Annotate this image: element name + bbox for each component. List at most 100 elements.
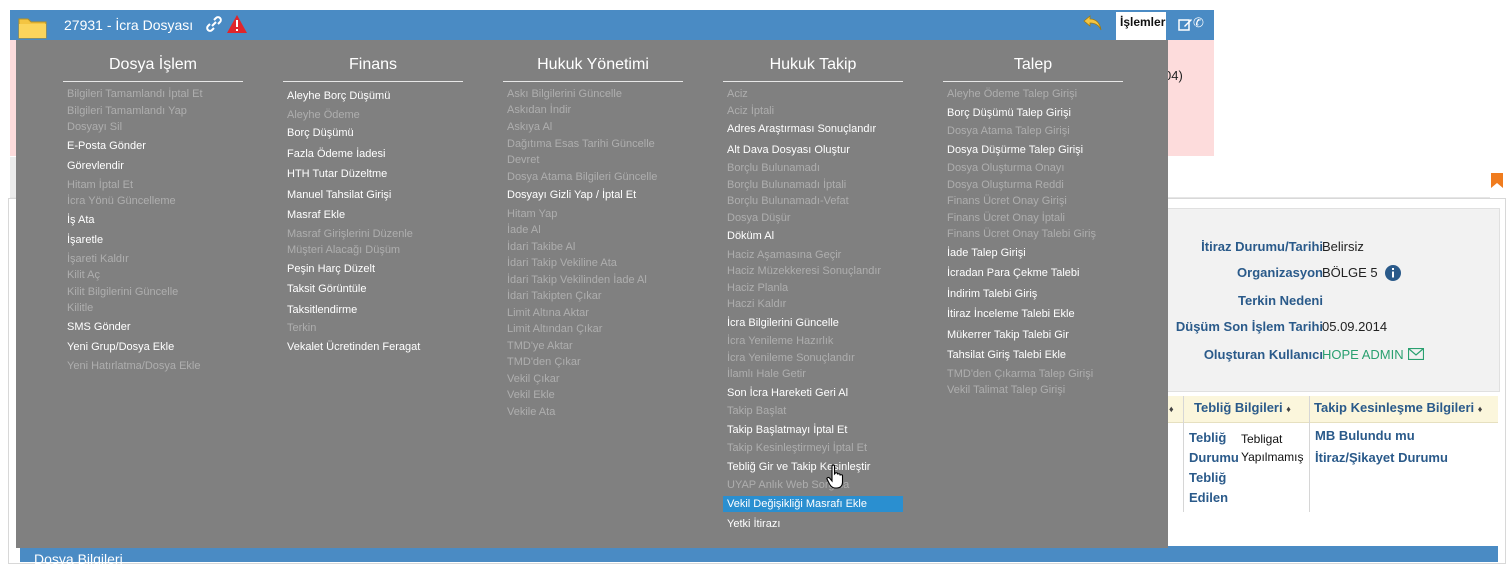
- section-header-title: Dosya Bilgileri: [34, 551, 123, 567]
- menu-item[interactable]: Son İcra Hareketi Geri Al: [727, 387, 848, 399]
- menu-item[interactable]: SMS Gönder: [67, 321, 131, 333]
- menu-column: Hukuk Yönetimi Askı Bilgilerini Güncelle A…: [503, 40, 683, 540]
- menu-column-divider: [943, 81, 1123, 82]
- file-title: 27931 - İcra Dosyası: [64, 17, 194, 33]
- menu-item[interactable]: Adres Araştırması Sonuçlandır: [727, 123, 876, 135]
- menu-item: Aciz İptali: [727, 105, 775, 117]
- menu-item: Aciz: [727, 88, 748, 100]
- menu-column-title: Hukuk Takip: [769, 56, 857, 73]
- menu-item[interactable]: Döküm Al: [727, 230, 774, 242]
- menu-column: Finans Aleyhe Borç Düşümü Aleyhe Ödeme Borç…: [283, 40, 463, 540]
- menu-column: Dosya İşlem Bilgileri Tamamlandı İptal Et…: [63, 40, 243, 540]
- menu-item: Haciz Planla: [727, 282, 789, 294]
- menu-column-divider: [283, 81, 463, 82]
- bookmark-icon[interactable]: [1490, 172, 1504, 192]
- menu-item[interactable]: Tebliğ Gir ve Takip Kesinleştir: [727, 461, 870, 473]
- menu-item: Takip Başlat: [727, 405, 787, 417]
- menu-item: Borçlu Bulunamadı-Vefat: [727, 195, 849, 207]
- phone-icon[interactable]: ✆: [1193, 15, 1204, 31]
- menu-column: Talep Aleyhe Ödeme Talep Girişi Borç Düşüm…: [943, 40, 1123, 540]
- created-by-link[interactable]: HOPE ADMIN: [1322, 347, 1404, 362]
- menu-item: TMD'den Çıkarma Talep Girişi: [947, 368, 1094, 380]
- menu-item: İdari Takibe Al: [507, 241, 576, 253]
- menu-item: İcra Yenileme Sonuçlandır: [727, 352, 855, 364]
- menu-column-title: Hukuk Yönetimi: [537, 56, 649, 73]
- info-row: İtiraz Durumu/Tarihi Belirsiz: [1167, 239, 1499, 259]
- menu-item: İcra Yönü Güncelleme: [67, 195, 176, 207]
- menu-item[interactable]: Fazla Ödeme İadesi: [287, 148, 385, 160]
- info-label: Organizasyon: [1237, 265, 1323, 280]
- menu-item[interactable]: İşaretle: [67, 234, 103, 246]
- menu-item: Aleyhe Ödeme: [287, 109, 360, 121]
- menu-item: Dosyayı Sil: [67, 121, 123, 133]
- menu-item[interactable]: Takip Başlatmayı İptal Et: [727, 424, 847, 436]
- menu-item: İdari Takip Vekilinden İade Al: [507, 274, 647, 286]
- menu-item[interactable]: İndirim Talebi Giriş: [947, 288, 1037, 300]
- menu-item[interactable]: Taksitlendirme: [287, 304, 357, 316]
- mb-bulundu-label: MB Bulundu mu: [1315, 428, 1415, 443]
- info-label: İtiraz Durumu/Tarihi: [1201, 239, 1323, 254]
- menu-item: Askıya Al: [507, 121, 553, 133]
- column-header-takip-kesinlesme[interactable]: Takip Kesinleşme Bilgileri ♦: [1314, 400, 1482, 415]
- menu-item[interactable]: İcra Bilgilerini Güncelle: [727, 317, 839, 329]
- menu-item[interactable]: İade Talep Girişi: [947, 247, 1026, 259]
- menu-item[interactable]: Manuel Tahsilat Girişi: [287, 189, 391, 201]
- menu-item[interactable]: Görevlendir: [67, 160, 124, 172]
- menu-item[interactable]: Mükerrer Takip Talebi Gir: [947, 329, 1069, 341]
- menu-item: Bilgileri Tamamlandı İptal Et: [67, 88, 203, 100]
- menu-item[interactable]: Tahsilat Giriş Talebi Ekle: [947, 349, 1066, 361]
- link-icon[interactable]: [206, 16, 222, 35]
- menu-item[interactable]: Borç Düşümü Talep Girişi: [947, 107, 1071, 119]
- menu-item: Hitam Yap: [507, 208, 558, 220]
- column-header-teblig[interactable]: Tebliğ Bilgileri ♦: [1194, 400, 1291, 415]
- menu-item[interactable]: Dosya Düşürme Talep Girişi: [947, 144, 1083, 156]
- teblig-durumu-value: Tebligat Yapılmamış: [1241, 432, 1304, 464]
- info-panel: İtiraz Durumu/Tarihi Belirsiz Organizasy…: [1166, 208, 1500, 392]
- menu-item[interactable]: Yetki İtirazı: [727, 518, 780, 530]
- menu-item: Dağıtıma Esas Tarihi Güncelle: [507, 138, 655, 150]
- menu-item[interactable]: Masraf Ekle: [287, 209, 345, 221]
- section-header-bar[interactable]: Dosya Bilgileri: [20, 546, 1498, 567]
- info-value: Belirsiz: [1322, 239, 1364, 254]
- menu-item: Dosya Oluşturma Onayı: [947, 162, 1065, 174]
- menu-item[interactable]: Aleyhe Borç Düşümü: [287, 90, 390, 102]
- menu-item: Haczi Kaldır: [727, 298, 787, 310]
- menu-item: İlamlı Hale Getir: [727, 368, 806, 380]
- sort-icon[interactable]: ♦: [1169, 400, 1174, 415]
- menu-item[interactable]: Vekil Değişikliği Masrafı Ekle: [723, 496, 903, 512]
- menu-item: Takip Kesinleştirmeyi İptal Et: [727, 442, 867, 454]
- info-circle-icon[interactable]: [1384, 264, 1402, 285]
- menu-item[interactable]: Peşin Harç Düzelt: [287, 263, 375, 275]
- menu-item: Finans Ücret Onay İptali: [947, 212, 1065, 224]
- menu-item[interactable]: Dosyayı Gizli Yap / İptal Et: [507, 189, 636, 201]
- menu-item[interactable]: Vekalet Ücretinden Feragat: [287, 341, 420, 353]
- info-label: Düşüm Son İşlem Tarihi: [1175, 319, 1323, 334]
- menu-item[interactable]: İcradan Para Çekme Talebi: [947, 267, 1079, 279]
- menu-item[interactable]: İş Ata: [67, 214, 95, 226]
- islemler-dropdown-menu: Dosya İşlem Bilgileri Tamamlandı İptal Et…: [16, 40, 1168, 548]
- menu-item: Hitam İptal Et: [67, 179, 134, 191]
- info-value: BÖLGE 5: [1322, 265, 1378, 280]
- menu-item[interactable]: Alt Dava Dosyası Oluştur: [727, 144, 850, 156]
- menu-item: Haciz Aşamasına Geçir: [727, 249, 842, 261]
- menu-item: Bilgileri Tamamlandı Yap: [67, 105, 187, 117]
- menu-item[interactable]: E-Posta Gönder: [67, 140, 146, 152]
- edit-icon[interactable]: [1178, 17, 1193, 35]
- menu-item: Dosya Düşür: [727, 212, 791, 224]
- menu-item: Vekile Ata: [507, 406, 556, 418]
- islemler-menu-tab[interactable]: İşlemler: [1116, 12, 1166, 40]
- menu-item: Dosya Atama Talep Girişi: [947, 125, 1070, 137]
- menu-item[interactable]: HTH Tutar Düzeltme: [287, 168, 387, 180]
- undo-icon[interactable]: [1082, 12, 1104, 37]
- email-icon[interactable]: [1407, 347, 1425, 363]
- islemler-label: İşlemler: [1120, 15, 1166, 29]
- menu-item[interactable]: Borç Düşümü: [287, 127, 354, 139]
- menu-item[interactable]: Yeni Grup/Dosya Ekle: [67, 341, 174, 353]
- info-row: Oluşturan Kullanıcı HOPE ADMIN: [1167, 347, 1499, 367]
- warning-icon[interactable]: [226, 14, 248, 37]
- menu-item[interactable]: Taksit Görüntüle: [287, 283, 366, 295]
- menu-item: Terkin: [287, 322, 317, 334]
- menu-item[interactable]: İtiraz İnceleme Talebi Ekle: [947, 308, 1075, 320]
- menu-item: Finans Ücret Onay Girişi: [947, 195, 1067, 207]
- menu-item: Kilit Aç: [67, 269, 101, 281]
